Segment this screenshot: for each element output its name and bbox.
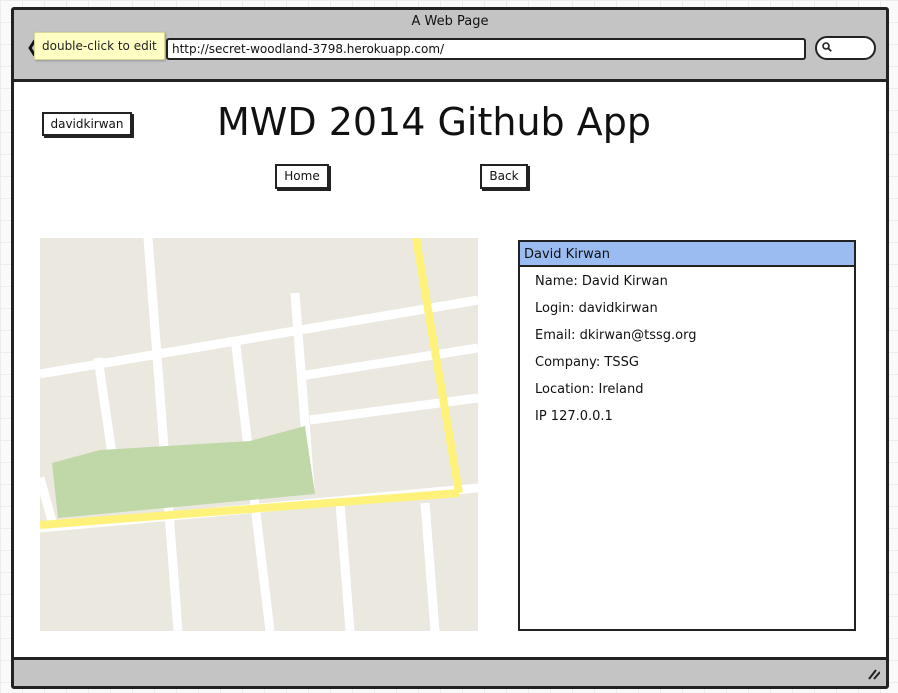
profile-panel: David Kirwan Name: David Kirwan Login: d… <box>518 240 856 631</box>
profile-panel-header[interactable]: David Kirwan <box>520 242 854 267</box>
search-icon <box>822 42 832 52</box>
url-bar[interactable]: http://secret-woodland-3798.herokuapp.co… <box>166 38 806 60</box>
user-button[interactable]: davidkirwan <box>42 112 132 136</box>
profile-company: Company: TSSG <box>535 355 639 370</box>
edit-tooltip: double-click to edit <box>34 32 165 60</box>
page-content: davidkirwan MWD 2014 Github App Home Bac… <box>14 82 886 657</box>
profile-name: Name: David Kirwan <box>535 274 668 289</box>
back-button[interactable]: Back <box>480 164 528 189</box>
window-title: A Web Page <box>411 14 489 29</box>
profile-login: Login: davidkirwan <box>535 301 658 316</box>
map-image[interactable] <box>40 238 478 631</box>
home-button[interactable]: Home <box>275 164 329 189</box>
profile-ip: IP 127.0.0.1 <box>535 409 613 424</box>
profile-email: Email: dkirwan@tssg.org <box>535 328 697 343</box>
browser-titlebar: A Web Page ❮ http://secret-woodland-3798… <box>14 10 886 82</box>
browser-search-box[interactable] <box>815 36 876 60</box>
map-graphic <box>40 238 478 631</box>
browser-window: A Web Page ❮ http://secret-woodland-3798… <box>11 7 889 689</box>
resize-grip-icon[interactable] <box>866 666 880 680</box>
profile-location: Location: Ireland <box>535 382 644 397</box>
browser-statusbar <box>14 657 886 686</box>
page-title: MWD 2014 Github App <box>217 100 651 144</box>
